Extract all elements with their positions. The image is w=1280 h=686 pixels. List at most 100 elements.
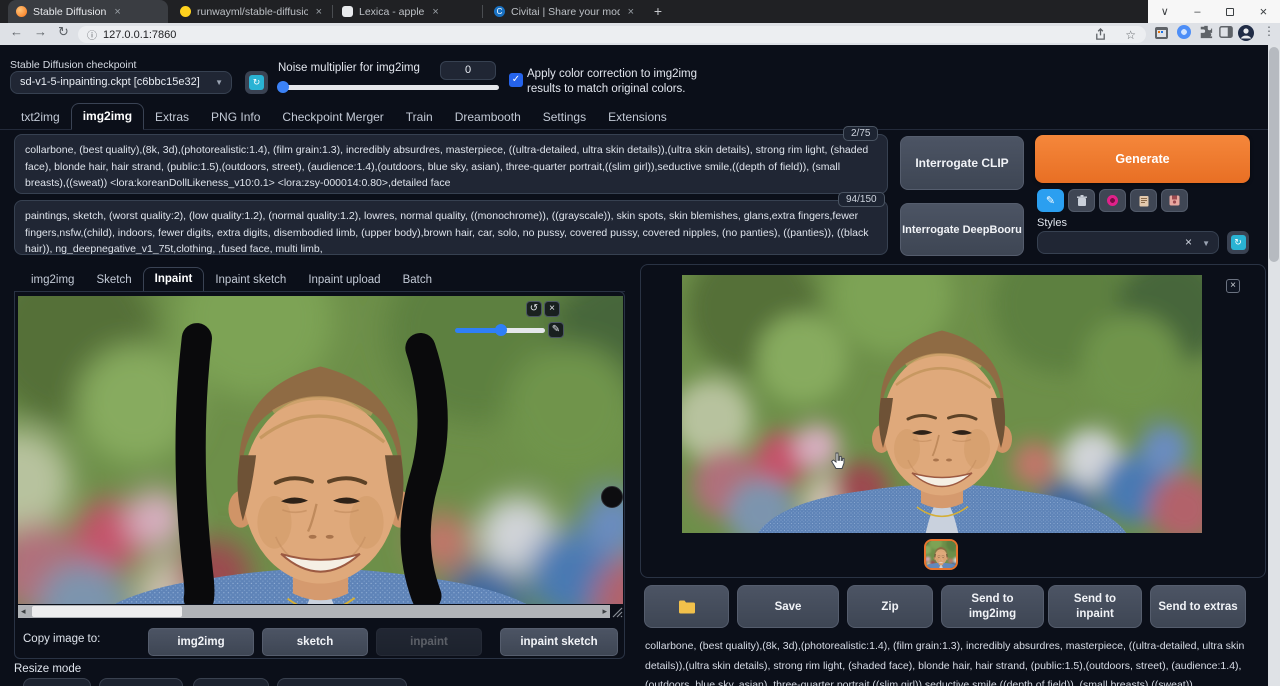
resize-option-pill[interactable] [23,678,91,686]
canvas-resize-grip[interactable] [611,606,623,618]
undo-stroke-icon[interactable]: ↺ [526,301,542,317]
copy-to-img2img-button[interactable]: img2img [148,628,254,656]
output-image[interactable] [682,275,1202,533]
tab-sketch[interactable]: Sketch [85,269,142,292]
send-to-extras-button[interactable]: Send to extras [1150,585,1246,628]
resize-option-pill[interactable] [193,678,269,686]
clear-image-icon[interactable]: × [544,301,560,317]
tab-close-icon[interactable]: × [316,6,322,18]
source-photo [18,296,623,604]
interrogate-deepbooru-button[interactable]: Interrogate DeepBooru [900,203,1024,256]
tab-img2img[interactable]: img2img [71,103,144,130]
tab-inpaint-upload[interactable]: Inpaint upload [297,269,391,292]
page-scrollbar[interactable] [1268,45,1280,686]
save-style-icon [1169,195,1180,206]
new-tab-button[interactable]: + [648,2,668,21]
inpaint-canvas[interactable] [18,296,623,604]
apply-styles-button[interactable] [1130,189,1157,212]
side-panel-icon[interactable] [1219,25,1233,39]
checkpoint-select[interactable]: sd-v1-5-inpainting.ckpt [c6bbc15e32] ▼ [10,71,232,94]
tab-close-icon[interactable]: × [432,6,438,18]
zip-button[interactable]: Zip [847,585,933,628]
tab-img2img-mode[interactable]: img2img [20,269,85,292]
window-menu-icon[interactable]: ∨ [1161,5,1169,18]
address-bar[interactable]: ⓘ 127.0.0.1:7860 ☆ [78,26,1146,43]
pencil-arrow-icon: ✎ [1046,194,1055,207]
scroll-right-icon[interactable]: ▸ [602,605,607,618]
tab-inpaint-sketch[interactable]: Inpaint sketch [204,269,297,292]
window-restore-icon[interactable] [1226,8,1234,16]
result-photo [682,275,1202,533]
interrogate-clip-button[interactable]: Interrogate CLIP [900,136,1024,190]
browser-tab-lexica[interactable]: Lexica - apple × [334,0,480,23]
h-scroll-thumb[interactable] [32,606,182,617]
profile-avatar[interactable] [1238,25,1254,41]
clear-styles-icon[interactable]: × [1185,235,1192,249]
browser-tab-civitai[interactable]: C Civitai | Share your models × [486,0,642,23]
tab-train[interactable]: Train [395,105,444,130]
paste-params-button[interactable]: ✎ [1037,189,1064,212]
noise-multiplier-slider[interactable] [280,85,499,90]
clear-prompt-button[interactable] [1068,189,1095,212]
browser-tab-stable-diffusion[interactable]: Stable Diffusion × [8,0,168,23]
styles-select[interactable]: × ▼ [1037,231,1219,254]
screen: Stable Diffusion × runwayml/stable-diffu… [0,0,1280,686]
trash-icon [1077,195,1087,207]
chevron-down-icon: ▼ [215,72,223,93]
gallery-close-icon[interactable]: × [1226,279,1240,293]
forward-icon[interactable]: → [34,24,47,39]
gallery-thumbnail[interactable] [924,539,958,570]
tab-settings[interactable]: Settings [532,105,597,130]
tab-close-icon[interactable]: × [628,6,634,18]
brush-size-handle[interactable] [495,324,507,336]
prompt-textarea[interactable]: collarbone, (best quality),(8k, 3d),(pho… [14,134,888,194]
canvas-h-scrollbar[interactable]: ◂ ▸ [18,605,610,618]
tab-separator [332,5,333,18]
bookmark-star-icon[interactable]: ☆ [1125,28,1136,42]
save-button[interactable]: Save [737,585,839,628]
reload-icon[interactable]: ↻ [58,24,69,40]
window-minimize-icon[interactable]: – [1194,6,1200,18]
send-to-img2img-button[interactable]: Send to img2img [941,585,1044,628]
extension-calendar-icon[interactable] [1154,25,1169,40]
resize-option-pill[interactable] [277,678,407,686]
browser-tab-bar: Stable Diffusion × runwayml/stable-diffu… [0,0,1280,23]
tab-extras[interactable]: Extras [144,105,200,130]
share-icon[interactable] [1094,28,1107,41]
extra-networks-button[interactable] [1099,189,1126,212]
tab-close-icon[interactable]: × [114,6,120,18]
scroll-left-icon[interactable]: ◂ [21,605,26,618]
tab-extensions[interactable]: Extensions [597,105,678,130]
generate-button[interactable]: Generate [1035,135,1250,183]
tab-png-info[interactable]: PNG Info [200,105,271,130]
tab-inpaint[interactable]: Inpaint [143,267,205,292]
noise-slider-handle[interactable] [277,81,289,93]
copy-to-sketch-button[interactable]: sketch [262,628,368,656]
chevron-down-icon[interactable]: ▼ [1202,239,1210,248]
tab-dreambooth[interactable]: Dreambooth [444,105,532,130]
window-close-icon[interactable]: × [1260,4,1268,19]
site-info-icon[interactable]: ⓘ [87,27,97,42]
browser-tab-runwayml[interactable]: runwayml/stable-diffusion-inpai × [172,0,330,23]
back-icon[interactable]: ← [10,24,23,39]
noise-multiplier-value[interactable]: 0 [440,61,496,80]
refresh-icon: ↻ [1231,235,1246,250]
brush-tool-icon[interactable]: ✎ [548,322,564,338]
open-folder-button[interactable] [644,585,729,628]
v-scroll-thumb[interactable] [1269,47,1279,262]
negative-prompt-textarea[interactable]: paintings, sketch, (worst quality:2), (l… [14,200,888,255]
prompt-token-counter: 2/75 [843,126,878,141]
extensions-puzzle-icon[interactable] [1199,25,1213,39]
send-to-inpaint-button[interactable]: Send to inpaint [1048,585,1142,628]
resize-option-pill[interactable] [99,678,183,686]
tab-txt2img[interactable]: txt2img [10,105,71,130]
extension-blue-icon[interactable] [1177,25,1191,39]
tab-batch[interactable]: Batch [392,269,443,292]
refresh-styles-button[interactable]: ↻ [1227,231,1249,254]
copy-to-inpaint-sketch-button[interactable]: inpaint sketch [500,628,618,656]
refresh-checkpoint-button[interactable]: ↻ [245,71,268,94]
browser-menu-icon[interactable]: ⋮ [1263,24,1275,38]
tab-checkpoint-merger[interactable]: Checkpoint Merger [271,105,394,130]
color-correction-checkbox[interactable]: ✓ [509,73,523,87]
save-style-button[interactable] [1161,189,1188,212]
